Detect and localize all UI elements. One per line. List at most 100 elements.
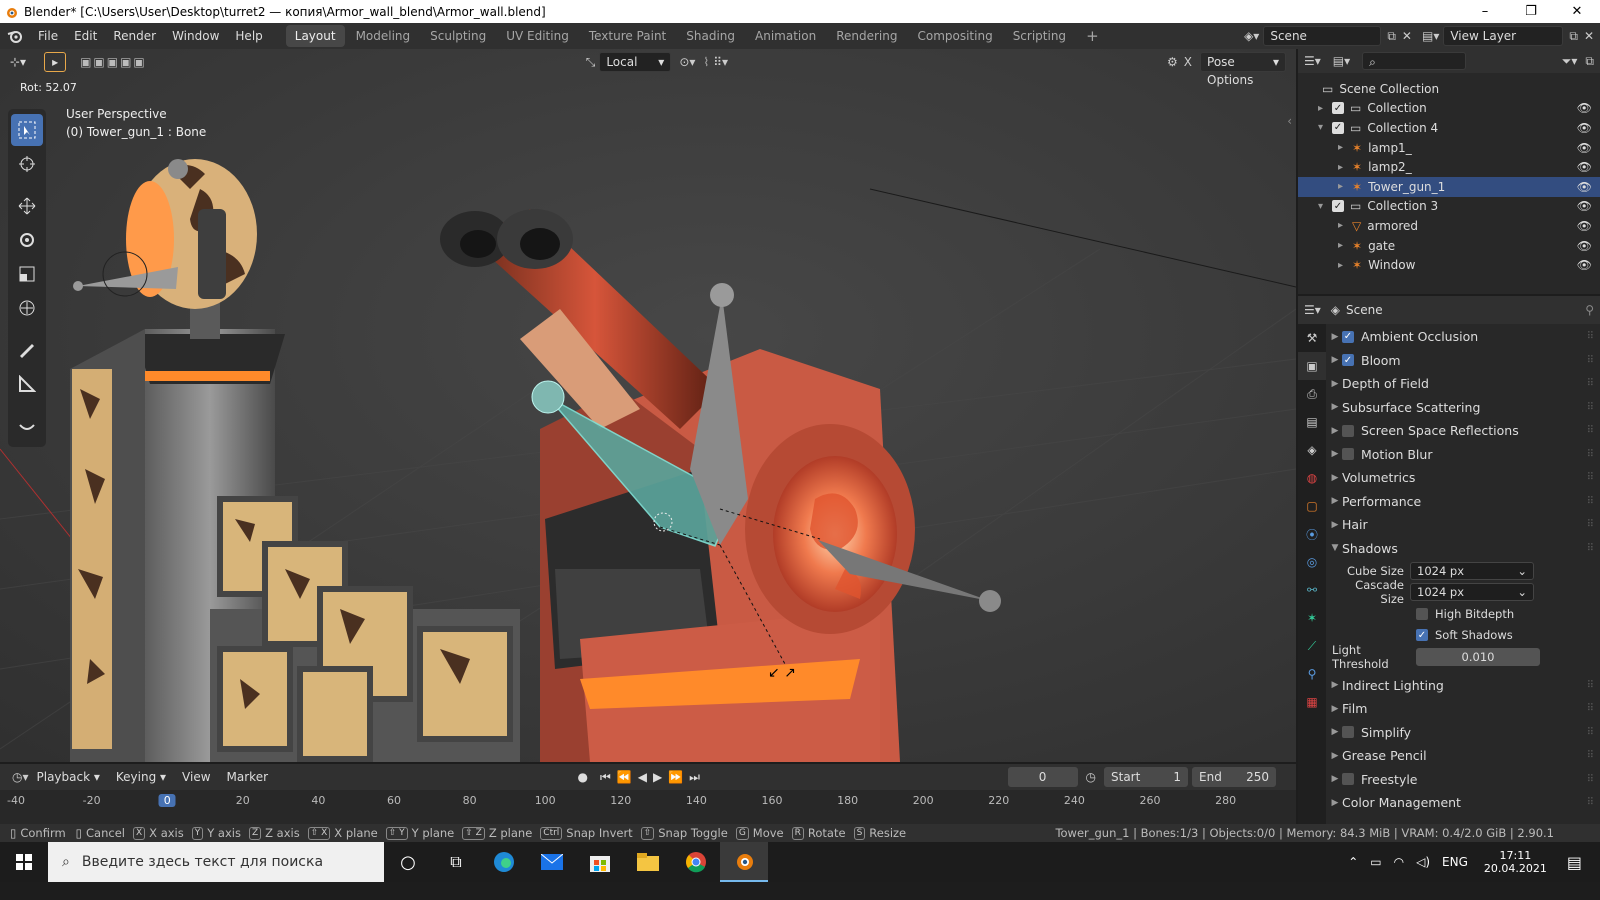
minimize-button[interactable]: –	[1462, 0, 1508, 23]
view-menu[interactable]: View	[174, 764, 218, 790]
expand-toggle-icon[interactable]: ▸	[1318, 103, 1332, 114]
menu-file[interactable]: File	[30, 23, 66, 49]
menu-window[interactable]: Window	[164, 23, 227, 49]
view-layer-selector[interactable]: View Layer	[1443, 26, 1564, 46]
current-frame-field[interactable]: 0	[1007, 767, 1078, 787]
bone-roll-tool[interactable]	[11, 410, 43, 442]
new-scene-icon[interactable]: ⧉	[1387, 29, 1396, 44]
physics-tab-icon[interactable]: ◎	[1298, 548, 1326, 576]
rotate-tool[interactable]	[11, 224, 43, 256]
x-mirror-toggle[interactable]: X	[1184, 55, 1192, 69]
start-frame-field[interactable]: Start 1	[1104, 767, 1188, 787]
panel-hair[interactable]: ▶ Hair ⠿	[1328, 513, 1600, 537]
panel-freestyle[interactable]: ▶ Freestyle ⠿	[1328, 768, 1600, 792]
drag-handle-icon[interactable]: ⠿	[1587, 774, 1594, 785]
menu-help[interactable]: Help	[227, 23, 270, 49]
move-tool[interactable]	[11, 190, 43, 222]
show-hidden-icons[interactable]: ⌃	[1348, 855, 1358, 869]
panel-film[interactable]: ▶ Film ⠿	[1328, 697, 1600, 721]
bone-constraints-tab-icon[interactable]: ⚲	[1298, 660, 1326, 688]
cursor-tool[interactable]	[11, 148, 43, 180]
drag-handle-icon[interactable]: ⠿	[1587, 402, 1594, 413]
expand-toggle-icon[interactable]: ▸	[1338, 220, 1352, 231]
panel-simplify[interactable]: ▶ Simplify ⠿	[1328, 721, 1600, 745]
cascade-size-dropdown[interactable]: 1024 px ⌄	[1410, 583, 1534, 602]
cortana-icon[interactable]: ○	[384, 842, 432, 882]
visibility-eye-icon[interactable]: 👁	[1577, 239, 1592, 253]
soft-shadows-checkbox[interactable]: ✓	[1416, 629, 1428, 642]
tab-sculpting[interactable]: Sculpting	[421, 25, 495, 47]
panel-enable-checkbox[interactable]	[1342, 773, 1354, 786]
panel-enable-checkbox[interactable]	[1342, 448, 1354, 461]
tab-modeling[interactable]: Modeling	[347, 25, 420, 47]
new-collection-icon[interactable]: ⧉	[1585, 54, 1594, 69]
windows-start-icon[interactable]	[0, 842, 48, 882]
gizmo-toggle-icon[interactable]: ⚙	[1167, 55, 1178, 69]
outliner-row[interactable]: ▸ ✶ Window 👁	[1298, 255, 1600, 275]
view-layer-icon[interactable]: ▤▾	[1422, 29, 1439, 43]
drag-handle-icon[interactable]: ⠿	[1587, 449, 1594, 460]
bone-tab-icon[interactable]: ⟋	[1298, 632, 1326, 660]
playback-controls[interactable]: ⏮⏪◀▶⏩⏭	[600, 770, 706, 785]
outliner-row[interactable]: ▸ ▽ armored 👁	[1298, 216, 1600, 236]
expand-toggle-icon[interactable]: ▸	[1338, 181, 1352, 192]
tool-tab-icon[interactable]: ⚒	[1298, 324, 1326, 352]
add-workspace-button[interactable]: +	[1077, 25, 1108, 47]
wifi-icon[interactable]: ◠	[1394, 855, 1404, 869]
visibility-eye-icon[interactable]: 👁	[1577, 219, 1592, 233]
expand-toggle-icon[interactable]: ▸	[1338, 142, 1352, 153]
outliner-search-input[interactable]: ⌕	[1362, 52, 1467, 70]
visibility-eye-icon[interactable]: 👁	[1577, 160, 1592, 174]
select-box-tool[interactable]	[11, 114, 43, 146]
remove-scene-icon[interactable]: ✕	[1402, 29, 1412, 43]
scene-tab-icon[interactable]: ◈	[1298, 436, 1326, 464]
panel-enable-checkbox[interactable]	[1342, 424, 1354, 437]
panel-enable-checkbox[interactable]: ✓	[1342, 354, 1354, 367]
modifiers-tab-icon[interactable]: ⦿	[1298, 520, 1326, 548]
display-mode-icon[interactable]: ▤▾	[1333, 54, 1350, 68]
tab-compositing[interactable]: Compositing	[908, 25, 1001, 47]
panel-performance[interactable]: ▶ Performance ⠿	[1328, 490, 1600, 514]
mail-icon[interactable]	[528, 842, 576, 882]
panel-bloom[interactable]: ▶ ✓ Bloom ⠿	[1328, 349, 1600, 373]
drag-handle-icon[interactable]: ⠿	[1587, 750, 1594, 761]
measure-tool[interactable]	[11, 368, 43, 400]
drag-handle-icon[interactable]: ⠿	[1587, 703, 1594, 714]
tab-scripting[interactable]: Scripting	[1004, 25, 1075, 47]
texture-tab-icon[interactable]: ▦	[1298, 688, 1326, 716]
visibility-eye-icon[interactable]: 👁	[1577, 258, 1592, 272]
drag-handle-icon[interactable]: ⠿	[1587, 519, 1594, 530]
panel-color-management[interactable]: ▶ Color Management ⠿	[1328, 791, 1600, 815]
drag-handle-icon[interactable]: ⠿	[1587, 378, 1594, 389]
file-explorer-icon[interactable]	[624, 842, 672, 882]
scale-tool[interactable]	[11, 258, 43, 290]
store-icon[interactable]	[576, 842, 624, 882]
drag-handle-icon[interactable]: ⠿	[1587, 496, 1594, 507]
panel-ambient-occlusion[interactable]: ▶ ✓ Ambient Occlusion ⠿	[1328, 325, 1600, 349]
view-layer-tab-icon[interactable]: ▤	[1298, 408, 1326, 436]
expand-toggle-icon[interactable]: ▾	[1318, 201, 1332, 212]
scene-selector[interactable]: Scene	[1263, 26, 1382, 46]
pose-options-dropdown[interactable]: Pose Options ▾	[1200, 52, 1287, 87]
notifications-icon[interactable]: ▤	[1567, 853, 1582, 872]
outliner-row[interactable]: ▾ ✓ ▭ Collection 4 👁	[1298, 118, 1600, 138]
language-indicator[interactable]: ENG	[1442, 855, 1468, 869]
blender-menu-icon[interactable]	[0, 28, 30, 44]
drag-handle-icon[interactable]: ⠿	[1587, 425, 1594, 436]
select-mode-icon[interactable]: ▸	[44, 52, 67, 72]
tab-layout[interactable]: Layout	[285, 25, 345, 47]
new-view-layer-icon[interactable]: ⧉	[1569, 29, 1578, 44]
annotate-tool[interactable]	[11, 334, 43, 366]
edge-icon[interactable]	[480, 842, 528, 882]
properties-editor-type-icon[interactable]: ☰▾	[1304, 303, 1321, 317]
transform-tool[interactable]	[11, 292, 43, 324]
object-tab-icon[interactable]: ▢	[1298, 492, 1326, 520]
snap-icon[interactable]: ⌇	[703, 55, 709, 69]
panel-subsurface-scattering[interactable]: ▶ Subsurface Scattering ⠿	[1328, 396, 1600, 420]
panel-grease-pencil[interactable]: ▶ Grease Pencil ⠿	[1328, 744, 1600, 768]
drag-handle-icon[interactable]: ⠿	[1587, 543, 1594, 554]
exclude-checkbox[interactable]: ✓	[1332, 121, 1344, 134]
menu-edit[interactable]: Edit	[66, 23, 105, 49]
light-threshold-field[interactable]: 0.010	[1416, 647, 1540, 666]
playback-menu[interactable]: Playback ▾	[29, 764, 108, 790]
